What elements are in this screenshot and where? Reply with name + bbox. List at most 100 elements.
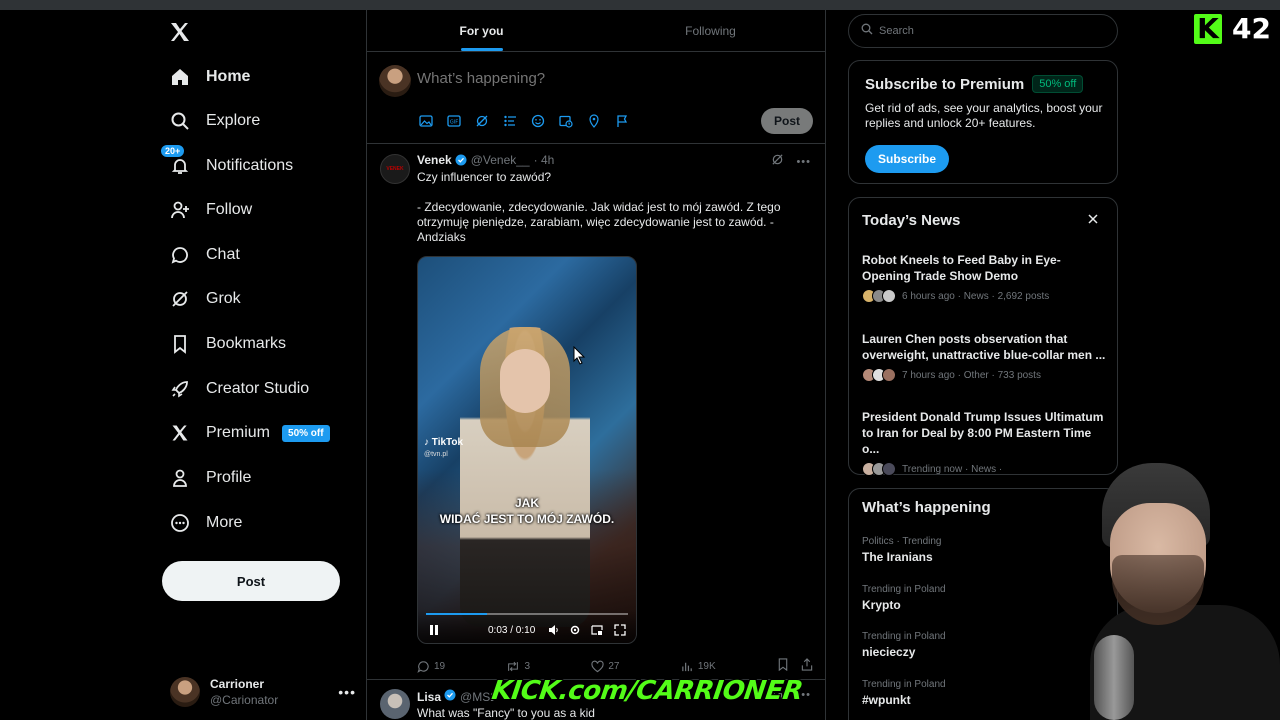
right-sidebar: Subscribe to Premium 50% off Get rid of … xyxy=(848,10,1118,720)
tweet-text-line: Czy influencer to zawód? xyxy=(417,170,552,184)
account-name: Carrioner xyxy=(210,677,265,691)
sidebar-item-bookmarks[interactable]: Bookmarks xyxy=(168,329,286,359)
compose-post-button[interactable]: Post xyxy=(761,108,813,134)
flag-icon[interactable] xyxy=(613,112,630,129)
bookmark-icon[interactable] xyxy=(777,658,789,674)
video-time: 0:03 / 0:10 xyxy=(488,625,536,636)
trend-name: Krypto xyxy=(862,598,901,612)
subscribe-button[interactable]: Subscribe xyxy=(865,145,949,173)
video-controls: 0:03 / 0:10 xyxy=(418,609,636,643)
trend-item[interactable]: Politics · Trending The Iranians xyxy=(862,536,941,564)
svg-text:GIF: GIF xyxy=(449,119,457,125)
picture-in-picture-icon[interactable] xyxy=(591,623,603,635)
sidebar-item-premium[interactable]: Premium 50% off xyxy=(168,418,330,448)
news-avatars xyxy=(862,462,896,476)
repost-icon xyxy=(508,661,519,671)
compose-input[interactable] xyxy=(417,70,797,87)
sidebar-item-label: Premium xyxy=(206,424,271,441)
schedule-icon[interactable] xyxy=(557,112,574,129)
news-item[interactable]: Lauren Chen posts observation that overw… xyxy=(862,331,1108,382)
x-logo-icon[interactable] xyxy=(168,20,194,46)
news-avatars xyxy=(862,289,896,303)
like-button[interactable]: 27 xyxy=(591,660,620,673)
video-progress-fill xyxy=(426,613,487,615)
views-chart-icon xyxy=(682,662,692,671)
tab-following[interactable]: Following xyxy=(596,10,825,51)
location-icon[interactable] xyxy=(585,112,602,129)
sidebar-item-explore[interactable]: Explore xyxy=(168,106,260,136)
more-dots-icon[interactable]: ••• xyxy=(338,684,356,700)
avatar xyxy=(379,65,411,97)
tweet-time[interactable]: · 4h xyxy=(534,153,555,167)
sidebar-item-notifications[interactable]: 20+ Notifications xyxy=(160,144,294,181)
news-headline: President Donald Trump Issues Ultimatum … xyxy=(862,410,1104,456)
trend-item[interactable]: Trending in Poland Krypto xyxy=(862,584,946,612)
bell-icon: 20+ xyxy=(160,144,192,178)
verified-badge-icon xyxy=(455,154,467,166)
sidebar-item-creator-studio[interactable]: Creator Studio xyxy=(168,374,309,404)
grok-icon[interactable] xyxy=(771,153,784,171)
trends-card-title: What’s happening xyxy=(862,499,991,516)
x-icon xyxy=(168,421,192,445)
grok-icon xyxy=(168,287,192,311)
sidebar-item-label: Notifications xyxy=(206,157,294,174)
trend-item[interactable]: Trending in Poland niecieczy xyxy=(862,631,946,659)
tweet-text-line: - Zdecydowanie, zdecydowanie. Jak widać … xyxy=(417,200,781,244)
sidebar-item-more[interactable]: More xyxy=(168,508,242,538)
pause-icon[interactable] xyxy=(428,623,440,635)
volume-icon[interactable] xyxy=(548,623,560,635)
gif-icon[interactable]: GIF xyxy=(445,112,462,129)
news-item[interactable]: Robot Kneels to Feed Baby in Eye-Opening… xyxy=(862,252,1108,303)
fullscreen-icon[interactable] xyxy=(614,623,626,636)
tweet-author-name[interactable]: Venek xyxy=(417,153,452,167)
sidebar-item-label: Grok xyxy=(206,290,241,307)
sidebar-item-label: Bookmarks xyxy=(206,335,287,352)
notification-badge: 20+ xyxy=(160,144,186,158)
news-meta: 6 hours ago · News · 2,692 posts xyxy=(902,290,1050,302)
close-icon[interactable] xyxy=(1087,212,1101,226)
repost-button[interactable]: 3 xyxy=(506,660,530,673)
home-icon xyxy=(168,65,192,89)
tweet-video[interactable]: ♪ TikTok @tvn.pl JAK WIDAĆ JEST TO MÓJ Z… xyxy=(417,256,637,644)
trend-item[interactable]: Trending in Poland #wpunkt xyxy=(862,679,946,707)
sidebar-item-home[interactable]: Home xyxy=(168,62,250,92)
tweet-author-handle[interactable]: @Venek__ xyxy=(471,153,530,167)
tweet[interactable]: VENEK Venek @Venek__ · 4h ••• Czy influe… xyxy=(367,146,825,680)
sidebar-item-profile[interactable]: Profile xyxy=(168,463,251,493)
poll-icon[interactable] xyxy=(501,112,518,129)
bookmark-icon xyxy=(168,332,192,356)
kick-channel-url: KICK.com/CARRIONER xyxy=(489,676,805,706)
more-circle-icon xyxy=(168,511,192,535)
emoji-icon[interactable] xyxy=(529,112,546,129)
views-button[interactable]: 19K xyxy=(681,660,716,673)
grok-icon[interactable] xyxy=(473,112,490,129)
reply-icon xyxy=(417,660,429,673)
account-switcher[interactable]: Carrioner @Carionator ••• xyxy=(170,674,356,710)
premium-card-title: Subscribe to Premium 50% off xyxy=(865,75,1084,93)
sidebar-item-chat[interactable]: Chat xyxy=(168,240,240,270)
trend-name: The Iranians xyxy=(862,550,933,564)
post-button[interactable]: Post xyxy=(162,561,340,601)
trend-name: niecieczy xyxy=(862,645,916,659)
news-headline: Lauren Chen posts observation that overw… xyxy=(862,332,1106,362)
search-box[interactable] xyxy=(848,14,1118,48)
video-caption-line: WIDAĆ JEST TO MÓJ ZAWÓD. xyxy=(439,512,615,526)
image-icon[interactable] xyxy=(417,112,434,129)
tweet-author-name[interactable]: Lisa xyxy=(417,690,441,704)
search-input[interactable] xyxy=(879,25,1099,37)
sidebar-item-grok[interactable]: Grok xyxy=(168,284,241,314)
reply-button[interactable]: 19 xyxy=(417,660,445,673)
share-icon[interactable] xyxy=(801,658,813,674)
sidebar-item-follow[interactable]: Follow xyxy=(168,195,252,225)
news-item[interactable]: President Donald Trump Issues Ultimatum … xyxy=(862,409,1108,476)
avatar[interactable] xyxy=(380,689,410,719)
settings-gear-icon[interactable] xyxy=(569,623,581,635)
more-dots-icon[interactable]: ••• xyxy=(796,156,811,168)
tweet-header: Venek @Venek__ · 4h xyxy=(417,153,554,167)
avatar[interactable]: VENEK xyxy=(380,154,410,184)
trend-context: Trending in Poland xyxy=(862,631,946,642)
sidebar-item-label: Home xyxy=(206,68,251,85)
tab-for-you[interactable]: For you xyxy=(367,10,596,51)
sidebar-item-label: Explore xyxy=(206,112,261,129)
video-progress-bar[interactable] xyxy=(426,613,628,615)
